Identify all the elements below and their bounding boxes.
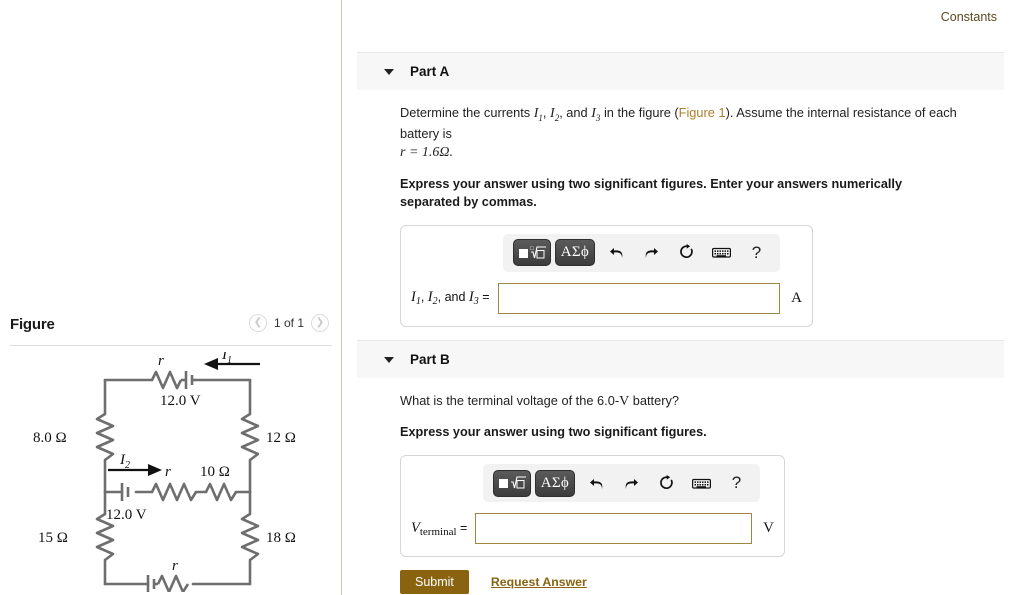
constants-link[interactable]: Constants <box>941 10 997 24</box>
part-a-instruction: Express your answer using two significan… <box>400 176 903 209</box>
question-text-post: battery? <box>629 393 679 408</box>
figure-header: Figure ❮ 1 of 1 ❯ <box>10 314 332 344</box>
part-a-answer-label: I1, I2, and I3 = <box>411 289 490 308</box>
page-root: Figure ❮ 1 of 1 ❯ 8.0 Ω 15 Ω 12 Ω 18 Ω r… <box>0 0 1024 595</box>
question-sep-1: , <box>542 105 551 120</box>
part-b-answer-label: Vterminal = <box>411 519 468 538</box>
circuit-svg: 8.0 Ω 15 Ω 12 Ω 18 Ω r 12.0 V I1 12.0 V … <box>33 347 296 595</box>
reset-icon[interactable] <box>653 470 680 496</box>
internal-resistance-r-bottom-label: r <box>172 558 178 574</box>
resistor-10ohm <box>204 482 238 502</box>
resistor-18ohm <box>240 512 260 562</box>
battery-bottom <box>146 575 158 593</box>
part-a-unit: A <box>791 289 802 306</box>
part-a-math-toolbar: □ ΑΣϕ ? <box>503 233 780 272</box>
part-b-math-toolbar: ΑΣϕ ? <box>483 464 760 503</box>
part-a-header[interactable]: Part A <box>357 52 1004 90</box>
keyboard-icon[interactable] <box>708 240 735 266</box>
resistor-12ohm <box>240 412 260 462</box>
reset-icon[interactable] <box>673 240 700 266</box>
part-a-body: Determine the currents I1, I2, and I3 in… <box>343 90 1024 364</box>
part-a-question: Determine the currents I1, I2, and I3 in… <box>400 104 975 164</box>
battery-top <box>181 371 196 389</box>
part-b-question: What is the terminal voltage of the 6.0-… <box>400 392 975 412</box>
resistor-r-top <box>150 370 183 390</box>
current-I2-label: I2 <box>119 452 130 471</box>
chevron-left-icon: ❮ <box>253 317 263 328</box>
part-b-actions: Submit Request Answer <box>400 570 1004 595</box>
resistor-8ohm <box>95 412 115 462</box>
part-b-answer-box: ΑΣϕ ? Vterminal = V <box>400 455 785 558</box>
chevron-right-icon: ❯ <box>315 317 325 328</box>
part-a-answer-row: I1, I2, and I3 = A <box>411 282 802 314</box>
greek-symbols-button[interactable]: ΑΣϕ <box>535 469 575 497</box>
collapse-caret-icon[interactable] <box>384 68 394 75</box>
undo-icon[interactable] <box>583 470 610 496</box>
resistor-r-bottom <box>156 574 190 594</box>
part-b-instruction: Express your answer using two significan… <box>400 425 707 440</box>
part-b-request-answer-link[interactable]: Request Answer <box>491 575 587 589</box>
part-b-body: What is the terminal voltage of the 6.0-… <box>343 378 1024 595</box>
figure-counter: 1 of 1 <box>273 316 304 330</box>
part-b-answer-row: Vterminal = V <box>411 513 774 545</box>
part-b-header[interactable]: Part B <box>357 340 1004 378</box>
part-a-label: Part A <box>410 64 450 79</box>
figure-prev-button[interactable]: ❮ <box>248 314 267 332</box>
redo-icon[interactable] <box>618 470 645 496</box>
battery-middle <box>120 483 130 501</box>
part-b-block: Part B What is the terminal voltage of t… <box>343 340 1024 595</box>
part-a-answer-box: □ ΑΣϕ ? I1, I2, and I3 = A <box>400 224 813 327</box>
battery-top-label: 12.0 V <box>160 393 201 409</box>
symbol-I3: I3 <box>591 106 601 123</box>
collapse-caret-icon[interactable] <box>384 356 394 363</box>
current-I2-arrow <box>108 464 162 476</box>
resistor-8ohm-label: 8.0 Ω <box>33 430 67 446</box>
question-text-pre: What is the terminal voltage of the 6.0- <box>400 393 620 408</box>
figure-panel: Figure ❮ 1 of 1 ❯ 8.0 Ω 15 Ω 12 Ω 18 Ω r… <box>0 0 342 595</box>
redo-icon[interactable] <box>638 240 665 266</box>
keyboard-icon[interactable] <box>688 470 715 496</box>
internal-resistance-r-middle-label: r <box>165 464 171 480</box>
internal-resistance-r-top-label: r <box>158 353 164 369</box>
question-sep-2: , and <box>559 105 592 120</box>
resistor-10ohm-label: 10 Ω <box>200 464 230 480</box>
template-icon[interactable]: □ <box>513 239 552 267</box>
part-b-label: Part B <box>410 352 450 367</box>
figure-divider <box>10 345 332 346</box>
part-a-answer-input[interactable] <box>497 282 781 314</box>
figure-next-button[interactable]: ❯ <box>311 314 329 332</box>
question-text-pre: Determine the currents <box>400 105 534 120</box>
volt-unit-symbol: V <box>619 394 630 409</box>
part-b-unit: V <box>763 520 774 537</box>
resistor-12ohm-label: 12 Ω <box>266 430 296 446</box>
template-icon[interactable] <box>493 469 532 497</box>
internal-resistance-value: r = 1.6Ω. <box>400 145 454 161</box>
part-b-answer-input[interactable] <box>475 513 753 545</box>
part-a-block: Part A Determine the currents I1, I2, an… <box>343 52 1024 364</box>
resistor-r-middle <box>150 482 198 502</box>
help-icon[interactable]: ? <box>743 240 770 266</box>
help-icon[interactable]: ? <box>723 470 750 496</box>
circuit-diagram: 8.0 Ω 15 Ω 12 Ω 18 Ω r 12.0 V I1 12.0 V … <box>0 347 342 595</box>
symbol-I1: I1 <box>533 106 543 123</box>
content-panel: Constants Part A Determine the currents … <box>343 0 1024 595</box>
resistor-18ohm-label: 18 Ω <box>266 530 296 546</box>
greek-symbols-button[interactable]: ΑΣϕ <box>555 239 595 267</box>
svg-text:□: □ <box>530 246 534 252</box>
symbol-I2: I2 <box>550 106 560 123</box>
figure-navigation: ❮ 1 of 1 ❯ <box>248 314 329 332</box>
question-text-mid: in the figure ( <box>600 105 679 120</box>
part-b-submit-button[interactable]: Submit <box>400 570 469 595</box>
battery-middle-label: 12.0 V <box>106 507 147 523</box>
figure-1-link[interactable]: Figure 1 <box>679 105 726 120</box>
current-I1-arrow <box>204 358 260 370</box>
figure-title: Figure <box>10 316 55 333</box>
resistor-15ohm-label: 15 Ω <box>38 530 68 546</box>
undo-icon[interactable] <box>603 240 630 266</box>
